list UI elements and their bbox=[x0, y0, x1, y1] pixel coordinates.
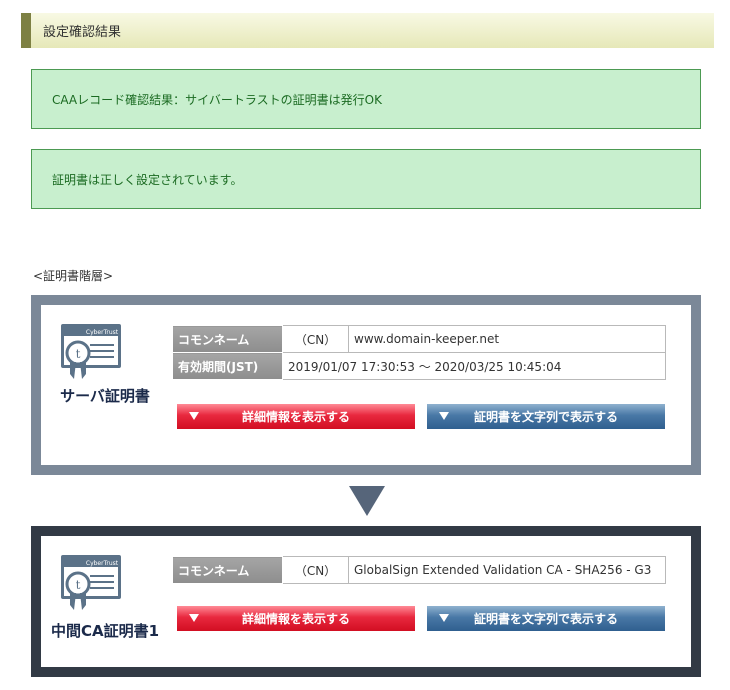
certificate-icon: CyberTrust t bbox=[60, 554, 122, 612]
cn-key: コモンネーム bbox=[172, 325, 283, 353]
show-cert-text-button[interactable]: 証明書を文字列で表示する bbox=[427, 404, 665, 429]
hierarchy-label: <証明書階層> bbox=[33, 269, 114, 283]
cn-abbrev: （CN） bbox=[282, 325, 349, 353]
intermediate-cert-table: コモンネーム （CN） GlobalSign Extended Validati… bbox=[172, 556, 666, 584]
arrow-down-icon bbox=[349, 486, 385, 516]
show-details-label: 詳細情報を表示する bbox=[241, 612, 350, 626]
show-cert-text-button[interactable]: 証明書を文字列で表示する bbox=[427, 606, 665, 631]
validity-key: 有効期間(JST) bbox=[172, 352, 283, 380]
show-cert-text-label: 証明書を文字列で表示する bbox=[473, 410, 618, 424]
section-title-text: 設定確認結果 bbox=[43, 25, 122, 40]
caa-result-message: CAAレコード確認結果：サイバートラストの証明書は発行OK bbox=[31, 69, 701, 129]
table-row: コモンネーム （CN） GlobalSign Extended Validati… bbox=[172, 556, 666, 584]
intermediate-cert-panel: CyberTrust t 中間CA証明書1 コモンネーム （CN） Global… bbox=[31, 526, 701, 677]
svg-text:t: t bbox=[76, 578, 81, 592]
show-details-button[interactable]: 詳細情報を表示する bbox=[177, 606, 415, 631]
server-cert-panel: CyberTrust t サーバ証明書 コモンネーム （CN） www.doma… bbox=[31, 295, 701, 475]
cyber-trust-text: CyberTrust bbox=[86, 560, 119, 567]
certificate-icon: CyberTrust t bbox=[60, 323, 122, 381]
show-cert-text-label: 証明書を文字列で表示する bbox=[473, 612, 618, 626]
cn-key: コモンネーム bbox=[172, 556, 283, 584]
caa-result-text: CAAレコード確認結果：サイバートラストの証明書は発行OK bbox=[52, 92, 382, 107]
server-cert-title: サーバ証明書 bbox=[60, 387, 150, 405]
intermediate-cert-title: 中間CA証明書1 bbox=[50, 622, 160, 640]
svg-text:t: t bbox=[76, 347, 81, 361]
cn-abbrev: （CN） bbox=[282, 556, 349, 584]
cert-status-text: 証明書は正しく設定されています。 bbox=[52, 172, 243, 187]
table-row: コモンネーム （CN） www.domain-keeper.net bbox=[172, 325, 666, 353]
cyber-trust-text: CyberTrust bbox=[86, 329, 119, 336]
table-row: 有効期間(JST) 2019/01/07 17:30:53 ～ 2020/03/… bbox=[172, 352, 666, 380]
show-details-button[interactable]: 詳細情報を表示する bbox=[177, 404, 415, 429]
cert-status-message: 証明書は正しく設定されています。 bbox=[31, 149, 701, 209]
intermediate-cert-body: CyberTrust t 中間CA証明書1 コモンネーム （CN） Global… bbox=[41, 536, 691, 667]
server-cert-table: コモンネーム （CN） www.domain-keeper.net 有効期間(J… bbox=[172, 325, 666, 380]
cn-value: GlobalSign Extended Validation CA - SHA2… bbox=[348, 556, 666, 584]
server-cert-body: CyberTrust t サーバ証明書 コモンネーム （CN） www.doma… bbox=[41, 305, 691, 465]
section-title: 設定確認結果 bbox=[21, 13, 714, 48]
show-details-label: 詳細情報を表示する bbox=[241, 410, 350, 424]
cn-value: www.domain-keeper.net bbox=[348, 325, 666, 353]
validity-value: 2019/01/07 17:30:53 ～ 2020/03/25 10:45:0… bbox=[282, 352, 666, 380]
